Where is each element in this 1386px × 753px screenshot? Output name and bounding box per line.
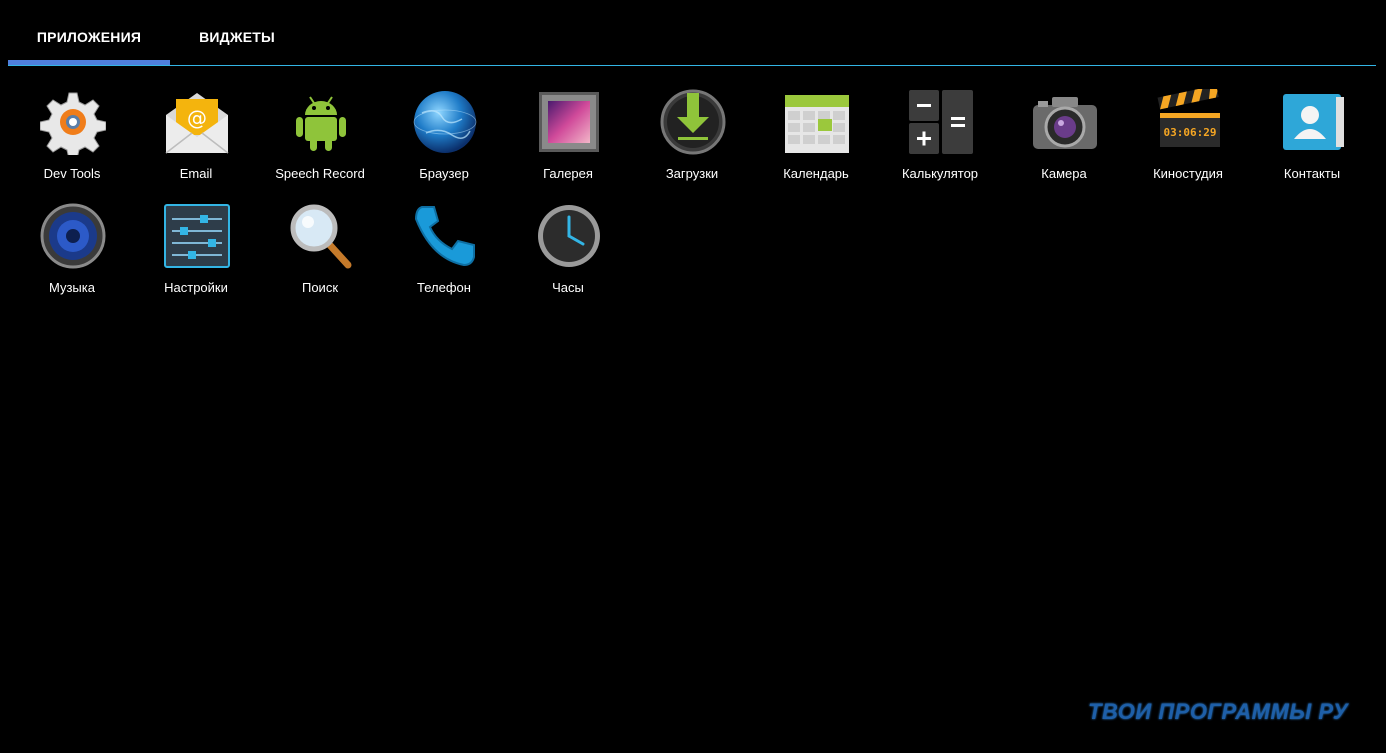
- app-movie-studio[interactable]: 03:06:29 Киностудия: [1126, 89, 1250, 203]
- clock-icon: [536, 203, 602, 269]
- speaker-icon: [40, 203, 106, 269]
- app-label: Галерея: [543, 166, 593, 181]
- app-dev-tools[interactable]: Dev Tools: [10, 89, 134, 203]
- camera-icon: [1032, 89, 1098, 155]
- envelope-icon: @: [164, 89, 230, 155]
- movie-timecode: 03:06:29: [1164, 126, 1217, 139]
- magnifier-icon: [288, 203, 354, 269]
- app-settings[interactable]: Настройки: [134, 203, 258, 317]
- globe-icon: [412, 89, 478, 155]
- app-contacts[interactable]: Контакты: [1250, 89, 1374, 203]
- app-speech-recorder[interactable]: Speech Record: [258, 89, 382, 203]
- app-email[interactable]: @ Email: [134, 89, 258, 203]
- app-label: Киностудия: [1153, 166, 1223, 181]
- app-phone[interactable]: Телефон: [382, 203, 506, 317]
- tab-divider: [8, 65, 1376, 66]
- app-label: Контакты: [1283, 166, 1341, 181]
- phone-icon: [412, 203, 478, 269]
- app-music[interactable]: Музыка: [10, 203, 134, 317]
- app-label: Поиск: [301, 280, 339, 295]
- clapperboard-icon: 03:06:29: [1156, 89, 1222, 155]
- app-label: Dev Tools: [43, 166, 101, 181]
- app-label: Калькулятор: [901, 166, 979, 181]
- tab-apps[interactable]: ПРИЛОЖЕНИЯ: [8, 0, 170, 64]
- app-calendar[interactable]: Календарь: [754, 89, 878, 203]
- app-label: Настройки: [164, 280, 228, 295]
- app-label: Телефон: [417, 280, 471, 295]
- app-label: Музыка: [49, 280, 95, 295]
- app-label: Email: [179, 166, 213, 181]
- svg-text:@: @: [187, 106, 207, 130]
- calculator-icon: [908, 89, 974, 155]
- app-label: Календарь: [783, 166, 849, 181]
- tab-widgets[interactable]: ВИДЖЕТЫ: [170, 0, 304, 64]
- app-camera[interactable]: Камера: [1002, 89, 1126, 203]
- app-label: Камера: [1041, 166, 1087, 181]
- contacts-icon: [1280, 89, 1346, 155]
- app-calculator[interactable]: Калькулятор: [878, 89, 1002, 203]
- app-search[interactable]: Поиск: [258, 203, 382, 317]
- app-gallery[interactable]: Галерея: [506, 89, 630, 203]
- download-icon: [660, 89, 726, 155]
- app-label: Браузер: [419, 166, 469, 181]
- gear-icon: [40, 89, 106, 155]
- app-downloads[interactable]: Загрузки: [630, 89, 754, 203]
- tab-bar: ПРИЛОЖЕНИЯ ВИДЖЕТЫ: [8, 0, 1376, 67]
- sliders-icon: [164, 203, 230, 269]
- app-clock[interactable]: Часы: [506, 203, 630, 317]
- calendar-icon: [784, 89, 850, 155]
- android-robot-icon: [288, 89, 354, 155]
- gallery-icon: [536, 89, 602, 155]
- app-label: Часы: [552, 280, 584, 295]
- app-browser[interactable]: Браузер: [382, 89, 506, 203]
- app-label: Speech Record: [275, 166, 365, 181]
- app-label: Загрузки: [665, 166, 719, 181]
- watermark: ТВОИ ПРОГРАММЫ РУ: [1088, 699, 1349, 724]
